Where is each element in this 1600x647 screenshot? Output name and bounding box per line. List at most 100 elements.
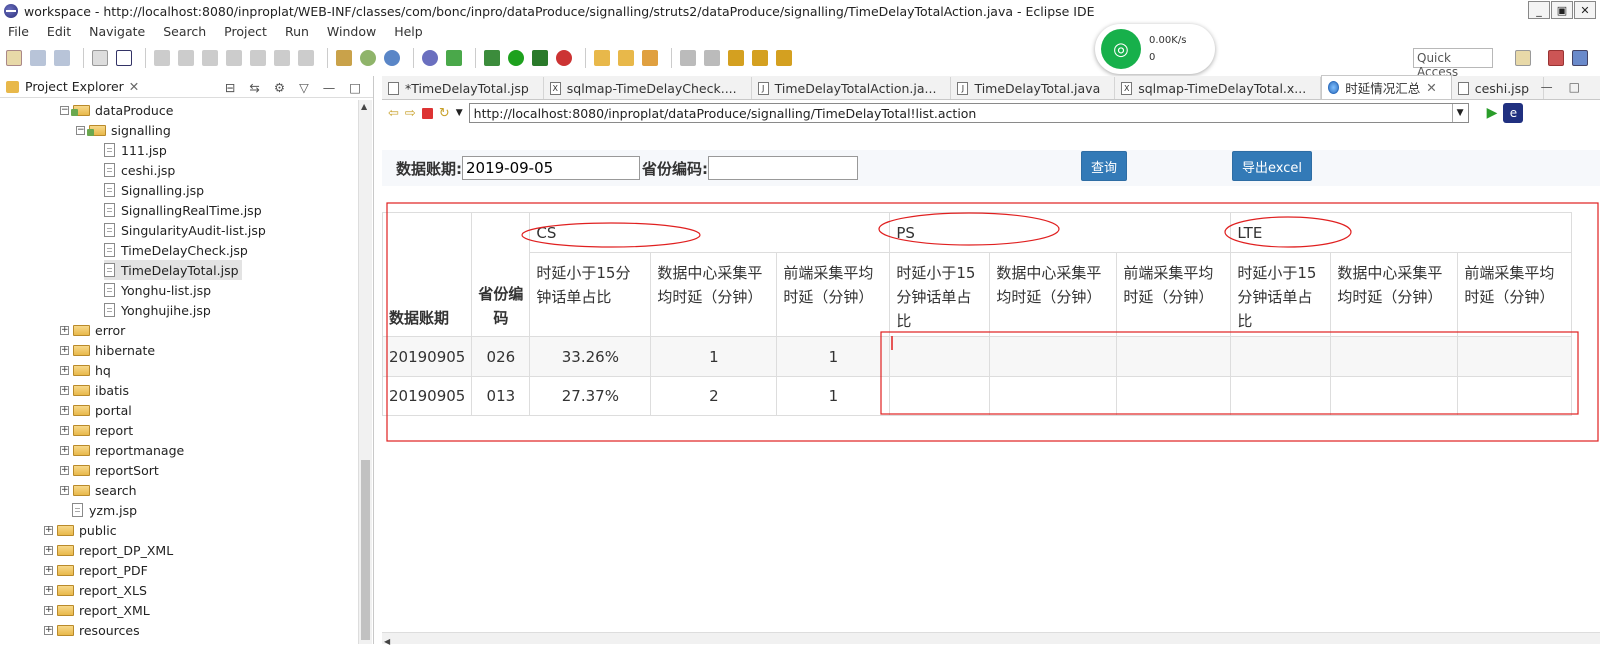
tree-item[interactable]: + error bbox=[60, 320, 125, 340]
stop-icon[interactable] bbox=[421, 107, 433, 119]
next-annotation-icon[interactable] bbox=[680, 50, 696, 66]
expand-toggle[interactable]: + bbox=[60, 425, 69, 435]
back-icon[interactable] bbox=[752, 50, 768, 66]
java-ee-perspective-icon[interactable] bbox=[1548, 50, 1564, 66]
tab-sqlmap-timedelaycheck[interactable]: Xsqlmap-TimeDelayCheck.... bbox=[544, 77, 752, 99]
close-tab-icon[interactable]: ✕ bbox=[1426, 80, 1436, 95]
tree-item[interactable]: Yonghujihe.jsp bbox=[104, 300, 211, 320]
menu-navigate[interactable]: Navigate bbox=[89, 24, 145, 39]
menu-run[interactable]: Run bbox=[285, 24, 309, 39]
server-icon[interactable] bbox=[360, 50, 376, 66]
coverage-icon[interactable] bbox=[532, 50, 548, 66]
pen-icon[interactable] bbox=[642, 50, 658, 66]
tree-scrollbar[interactable]: ▲ bbox=[358, 100, 372, 644]
tab-ceshi-jsp[interactable]: ceshi.jsp bbox=[1452, 77, 1545, 99]
tree-item[interactable]: SignallingRealTime.jsp bbox=[104, 200, 262, 220]
page-hscrollbar[interactable]: ◀ bbox=[382, 632, 1600, 646]
minimize-button[interactable]: _ bbox=[1528, 1, 1550, 19]
maximize-view-icon[interactable]: □ bbox=[349, 80, 361, 95]
period-input[interactable] bbox=[462, 156, 640, 180]
menu-search[interactable]: Search bbox=[163, 24, 206, 39]
expand-toggle[interactable]: + bbox=[60, 445, 69, 455]
history-dropdown-icon[interactable]: ▼ bbox=[456, 108, 463, 118]
save-icon[interactable] bbox=[30, 50, 46, 66]
tab-timedelaytotalaction[interactable]: J TimeDelayTotalAction.ja... bbox=[752, 77, 952, 99]
terminate-icon[interactable] bbox=[202, 50, 218, 66]
tree-item[interactable]: + report_XML bbox=[44, 600, 150, 620]
tree-item[interactable]: + ibatis bbox=[60, 380, 129, 400]
tree-item[interactable]: + report_PDF bbox=[44, 560, 148, 580]
scroll-up-icon[interactable]: ▲ bbox=[361, 102, 367, 111]
prev-annotation-icon[interactable] bbox=[704, 50, 720, 66]
expand-toggle[interactable]: + bbox=[60, 385, 69, 395]
tree-item-selected[interactable]: TimeDelayTotal.jsp bbox=[104, 260, 242, 280]
step-return-icon[interactable] bbox=[298, 50, 314, 66]
close-window-button[interactable]: ✕ bbox=[1574, 1, 1596, 19]
debug-icon[interactable] bbox=[484, 50, 500, 66]
collapse-toggle[interactable]: − bbox=[60, 105, 69, 115]
tree-item[interactable]: + resources bbox=[44, 620, 140, 640]
expand-toggle[interactable]: + bbox=[60, 405, 69, 415]
suspend-icon[interactable] bbox=[178, 50, 194, 66]
tree-item[interactable]: + reportmanage bbox=[60, 440, 184, 460]
quick-access-field[interactable]: Quick Access bbox=[1413, 48, 1493, 79]
expand-toggle[interactable]: + bbox=[60, 325, 69, 335]
tab-browser-active[interactable]: 时延情况汇总 ✕ bbox=[1321, 75, 1452, 99]
expand-toggle[interactable]: + bbox=[44, 585, 53, 595]
url-dropdown-icon[interactable]: ▼ bbox=[1451, 104, 1468, 122]
expand-toggle[interactable]: + bbox=[44, 525, 53, 535]
tree-item[interactable]: − dataProduce bbox=[60, 100, 173, 120]
tree-item[interactable]: + report bbox=[60, 420, 133, 440]
save-all-icon[interactable] bbox=[54, 50, 70, 66]
expand-toggle[interactable]: + bbox=[60, 465, 69, 475]
build-icon[interactable] bbox=[336, 50, 352, 66]
run-icon[interactable] bbox=[508, 50, 524, 66]
resume-icon[interactable] bbox=[154, 50, 170, 66]
menu-project[interactable]: Project bbox=[224, 24, 267, 39]
forward-icon[interactable] bbox=[776, 50, 792, 66]
export-excel-button[interactable]: 导出excel bbox=[1232, 151, 1312, 181]
expand-toggle[interactable]: + bbox=[60, 365, 69, 375]
minimize-editor-icon[interactable]: — bbox=[1541, 80, 1553, 94]
external-tools-icon[interactable] bbox=[556, 50, 572, 66]
minimize-view-icon[interactable]: — bbox=[323, 80, 336, 95]
tree-item[interactable]: + report_DP_XML bbox=[44, 540, 173, 560]
tree-item[interactable]: + reportSort bbox=[60, 460, 159, 480]
disconnect-icon[interactable] bbox=[226, 50, 242, 66]
expand-toggle[interactable]: + bbox=[60, 485, 69, 495]
maximize-editor-icon[interactable]: □ bbox=[1569, 80, 1580, 94]
scroll-left-icon[interactable]: ◀ bbox=[384, 637, 390, 646]
debug-perspective-icon[interactable] bbox=[1572, 50, 1588, 66]
province-input[interactable] bbox=[708, 156, 858, 180]
skip-breakpoints-icon[interactable] bbox=[116, 50, 132, 66]
collapse-toggle[interactable]: − bbox=[76, 125, 85, 135]
filter-icon[interactable]: ⚙ bbox=[274, 80, 285, 95]
expand-toggle[interactable]: + bbox=[44, 625, 53, 635]
restore-button[interactable]: ▣ bbox=[1551, 1, 1573, 19]
tree-item[interactable]: 111.jsp bbox=[104, 140, 167, 160]
menu-edit[interactable]: Edit bbox=[47, 24, 71, 39]
back-arrow-icon[interactable]: ⇦ bbox=[388, 106, 399, 121]
web-browser-icon[interactable] bbox=[422, 50, 438, 66]
tree-item[interactable]: yzm.jsp bbox=[72, 500, 137, 520]
go-icon[interactable]: ▶ bbox=[1487, 105, 1498, 121]
tab-timedelaytotal-java[interactable]: J TimeDelayTotal.java bbox=[951, 77, 1116, 99]
tree-item[interactable]: + report_XLS bbox=[44, 580, 147, 600]
open-type-icon[interactable] bbox=[446, 50, 462, 66]
refresh-icon[interactable]: ↻ bbox=[439, 106, 450, 121]
tree-item[interactable]: + portal bbox=[60, 400, 132, 420]
tree-item[interactable]: Yonghu-list.jsp bbox=[104, 280, 211, 300]
tree-item[interactable]: Signalling.jsp bbox=[104, 180, 204, 200]
tree-item[interactable]: − signalling bbox=[76, 120, 171, 140]
new-icon[interactable] bbox=[6, 50, 22, 66]
url-field[interactable]: http://localhost:8080/inproplat/dataProd… bbox=[468, 103, 1469, 123]
tree-item[interactable]: + hibernate bbox=[60, 340, 155, 360]
last-edit-icon[interactable] bbox=[728, 50, 744, 66]
link-editor-icon[interactable]: ⇆ bbox=[249, 80, 259, 95]
menu-help[interactable]: Help bbox=[394, 24, 423, 39]
view-menu-icon[interactable]: ▽ bbox=[299, 80, 309, 95]
expand-toggle[interactable]: + bbox=[44, 605, 53, 615]
external-browser-icon[interactable]: e bbox=[1503, 103, 1524, 123]
binary-icon[interactable] bbox=[92, 50, 108, 66]
step-into-icon[interactable] bbox=[250, 50, 266, 66]
